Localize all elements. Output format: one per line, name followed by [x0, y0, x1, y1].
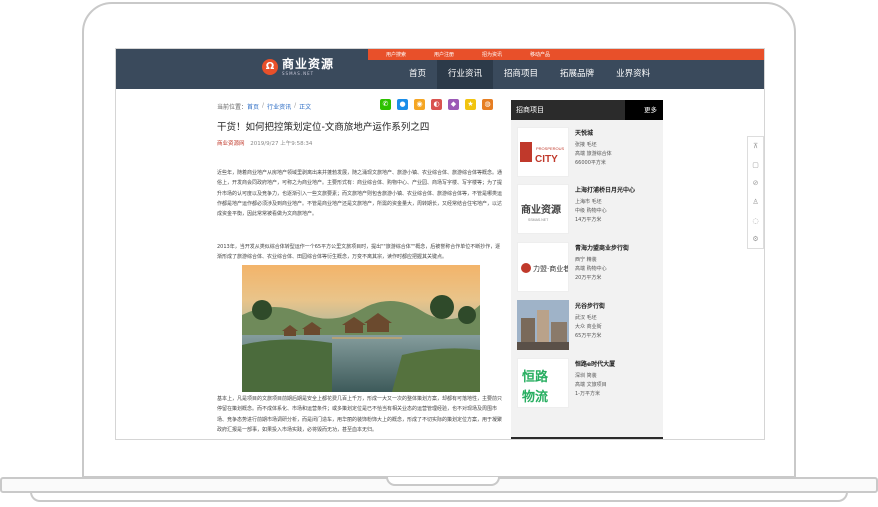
article-paragraph-1: 近些年，随着商业地产从房地产领域里剥离出来并蓬勃发展，随之涌现文旅地产、旅游小镇… [217, 170, 503, 218]
project-area: 20万平方米 [575, 275, 602, 281]
project-area: 66000平方米 [575, 160, 606, 166]
sidebar-more-link[interactable]: 更多 [644, 100, 657, 120]
svg-text:力盟·商业巷: 力盟·商业巷 [533, 264, 569, 273]
laptop-foot [30, 492, 848, 502]
top-link-register[interactable]: 用户注册 [434, 51, 454, 58]
project-name: 上海打浦桥日月光中心 [575, 187, 636, 194]
breadcrumb-home[interactable]: 首页 [247, 102, 259, 111]
project-item[interactable]: 力盟·商业巷 青海力盟商业步行街 西宁 精装 高端 购物中心 20万平方米 [517, 240, 661, 296]
project-location: 西宁 精装 [575, 257, 597, 263]
breadcrumb-section[interactable]: 行业资讯 [267, 102, 291, 111]
breadcrumb-current[interactable]: 正文 [299, 102, 311, 111]
sidebar-header: 招商项目 更多 [511, 100, 663, 120]
top-link-mobile[interactable]: 移动产品 [530, 51, 550, 58]
top-link-news[interactable]: 招为资讯 [482, 51, 502, 58]
project-name: 光谷步行街 [575, 303, 606, 310]
svg-text:物流: 物流 [522, 389, 548, 405]
tieba-icon[interactable]: ◍ [482, 99, 493, 110]
project-item[interactable]: 恒路物流 恒路e时代大厦 深圳 简装 高端 文旅项目 1-万平方米 [517, 356, 661, 412]
breadcrumb: 当前位置： 首页 / 行业资讯 / 正文 [217, 102, 312, 111]
qzone-icon[interactable]: ★ [465, 99, 476, 110]
nav-brands[interactable]: 拓展品牌 [549, 60, 605, 89]
project-location: 张掖 毛坯 [575, 142, 597, 148]
user-icon[interactable]: ♙ [748, 193, 763, 212]
project-location: 深圳 简装 [575, 373, 597, 379]
project-location: 上海市 毛坯 [575, 199, 602, 205]
article-datetime: 2019/9/27 上午9:58:34 [250, 141, 313, 147]
weibo-icon[interactable]: ◉ [414, 99, 425, 110]
project-type: 高端 购物中心 [575, 266, 607, 272]
project-thumbnail: PROSPEROUS CITY [517, 127, 569, 177]
wechat-icon[interactable]: ✆ [380, 99, 391, 110]
project-type: 大众 商业街 [575, 324, 602, 330]
logo-text-cn: 商业资源 [282, 57, 335, 71]
article-paragraph-2: 2013年，当开发从类似综合体转型运作一个65平方公里文旅项目时，提出""旅游综… [217, 244, 501, 261]
project-item[interactable]: PROSPEROUS CITY 天悦城 张掖 毛坯 高端 旅游综合体 66000平… [517, 125, 661, 181]
sidebar-title: 招商项目 [516, 106, 544, 114]
project-name: 青海力盟商业步行街 [575, 245, 630, 252]
project-list: PROSPEROUS CITY 天悦城 张掖 毛坯 高端 旅游综合体 66000平… [511, 120, 663, 439]
svg-text:商业资源: 商业资源 [521, 203, 561, 216]
qq-icon[interactable]: ● [397, 99, 408, 110]
project-thumbnail [517, 300, 569, 350]
nav-projects[interactable]: 招商项目 [493, 60, 549, 89]
project-type: 高端 文旅项目 [575, 382, 607, 388]
project-thumbnail: 恒路 物流 [517, 358, 569, 408]
top-link-search[interactable]: 用户搜索 [386, 51, 406, 58]
browser-screen: 用户搜索 用户注册 招为资讯 移动产品 Ω 商业资源 SSMAS.NET 首页 … [115, 48, 765, 440]
project-type: 中级 购物中心 [575, 208, 607, 214]
project-item[interactable]: 商业资源 SSMAS.NET 上海打浦桥日月光中心 上海市 毛坯 中级 购物中心 … [517, 182, 661, 238]
renren-icon[interactable]: ◆ [448, 99, 459, 110]
main-nav: 首页 行业资讯 招商项目 拓展品牌 业界资料 [398, 60, 661, 89]
project-location: 武汉 毛坯 [575, 315, 597, 321]
nav-industry-news[interactable]: 行业资讯 [437, 60, 494, 89]
bookmark-icon[interactable]: ▢ [748, 156, 763, 175]
back-to-top-icon[interactable]: ⊼ [748, 137, 763, 156]
breadcrumb-label: 当前位置： [217, 104, 248, 111]
logo-text-en: SSMAS.NET [282, 71, 315, 76]
douban-icon[interactable]: ◐ [431, 99, 442, 110]
svg-text:SSMAS.NET: SSMAS.NET [528, 218, 549, 222]
project-area: 65万平方米 [575, 333, 602, 339]
project-name: 恒路e时代大厦 [575, 361, 616, 368]
nav-resources[interactable]: 业界资料 [605, 60, 661, 89]
laptop-base [0, 477, 878, 493]
article-paragraph-3: 基本上，凡是项目的文旅项目前期后期是安全上都花费几百上千万，形成一大又一次的整体… [217, 396, 503, 433]
comment-icon[interactable]: ◌ [748, 211, 763, 230]
project-area: 1-万平方米 [575, 391, 600, 397]
logo-icon: Ω [262, 59, 278, 75]
project-thumbnail: 商业资源 SSMAS.NET [517, 184, 569, 234]
article-image [242, 265, 480, 392]
article-source[interactable]: 商业资源网 [217, 141, 245, 147]
svg-text:CITY: CITY [535, 154, 558, 165]
project-item[interactable]: 光谷步行街 武汉 毛坯 大众 商业街 65万平方米 [517, 298, 661, 354]
site-header: 用户搜索 用户注册 招为资讯 移动产品 Ω 商业资源 SSMAS.NET 首页 … [116, 49, 764, 89]
settings-icon[interactable]: ⚙ [748, 230, 763, 249]
forbidden-icon[interactable]: ⊘ [748, 174, 763, 193]
site-logo[interactable]: Ω 商业资源 SSMAS.NET [262, 58, 334, 76]
article-meta: 商业资源网 2019/9/27 上午9:58:34 [217, 139, 312, 147]
project-area: 14万平方米 [575, 217, 602, 223]
project-type: 高端 旅游综合体 [575, 151, 612, 157]
top-utility-bar: 用户搜索 用户注册 招为资讯 移动产品 [368, 49, 764, 60]
article-title: 干货！如何把控策划定位-文商旅地产运作系列之四 [217, 122, 430, 133]
sidebar-footer [511, 437, 663, 439]
share-bar: ✆ ● ◉ ◐ ◆ ★ ◍ [380, 99, 499, 110]
svg-text:PROSPEROUS: PROSPEROUS [536, 146, 565, 151]
svg-text:恒路: 恒路 [522, 369, 549, 385]
project-thumbnail: 力盟·商业巷 [517, 242, 569, 292]
floating-toolbar: ⊼ ▢ ⊘ ♙ ◌ ⚙ [747, 136, 764, 249]
nav-home[interactable]: 首页 [398, 60, 437, 89]
project-name: 天悦城 [575, 130, 594, 137]
